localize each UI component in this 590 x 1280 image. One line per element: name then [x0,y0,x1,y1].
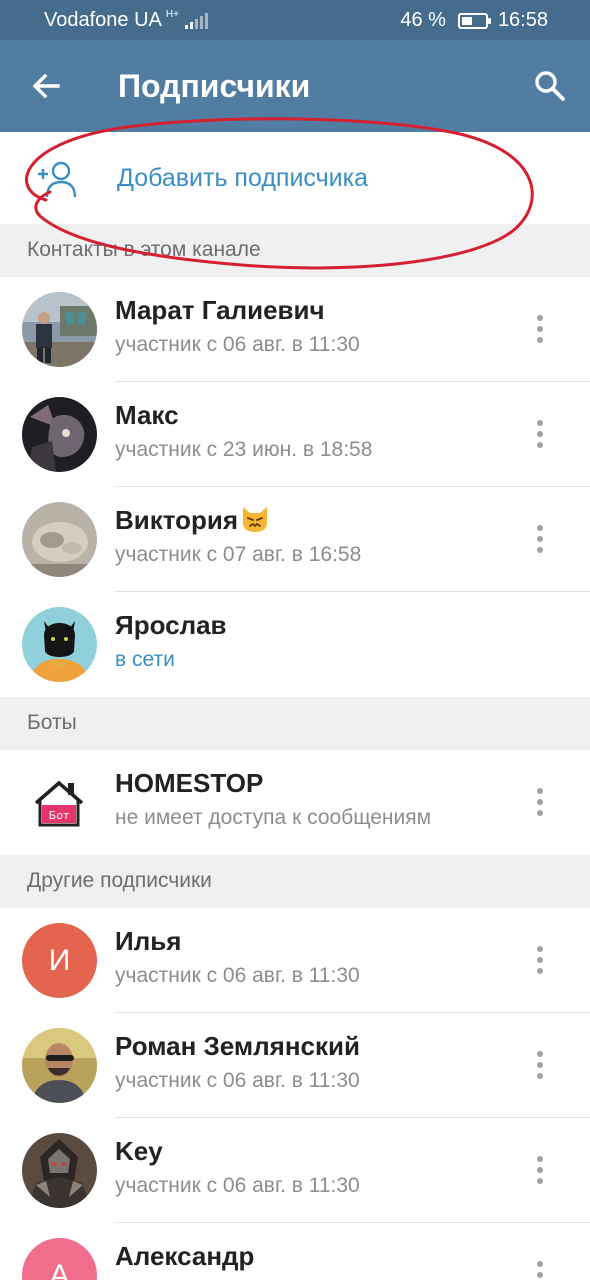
avatar [22,502,97,577]
clock: 16:58 [497,9,548,31]
more-vertical-icon[interactable] [522,777,558,827]
subscriber-status: участник с 06 авг. в 11:30 [115,1069,360,1092]
avatar [22,1133,97,1208]
status-left: Vodafone UA H+ [44,9,208,32]
subscriber-status: участник с 06 авг. в 11:30 [115,964,360,987]
contact-name: Ярослав [115,610,227,640]
list-item-subscriber[interactable]: А Александр [0,1223,590,1280]
more-vertical-icon[interactable] [522,1145,558,1195]
contact-name: Виктория [115,504,270,540]
list-item-subscriber[interactable]: И Илья участник с 06 авг. в 11:30 [0,908,590,1013]
more-vertical-icon[interactable] [522,1250,558,1280]
contact-name: Макс [115,400,179,430]
search-icon[interactable] [528,64,572,108]
bot-status: не имеет доступа к сообщениям [115,806,432,829]
status-bar: Vodafone UA H+ 46 % 16:58 [0,0,590,40]
more-vertical-icon[interactable] [522,935,558,985]
more-vertical-icon[interactable] [522,1040,558,1090]
list-item-subscriber[interactable]: Роман Землянский участник с 06 авг. в 11… [0,1013,590,1118]
list-item-bot[interactable]: Бот HOMESTOP не имеет доступа к сообщени… [0,750,590,855]
carrier-name: Vodafone UA [44,9,162,31]
contact-status: участник с 06 авг. в 11:30 [115,333,360,356]
section-header-others: Другие подписчики [0,855,590,908]
page-title: Подписчики [118,68,311,104]
battery-fill [461,16,472,25]
battery-icon [457,12,491,29]
list-item-contact[interactable]: Макс участник с 23 июн. в 18:58 [0,382,590,487]
network-type: H+ [165,9,179,20]
add-subscriber-button[interactable]: Добавить подписчика [0,132,590,224]
status-right: 46 % 16:58 [400,9,548,32]
section-header-bots: Боты [0,697,590,750]
list-item-contact[interactable]: Марат Галиевич участник с 06 авг. в 11:3… [0,277,590,382]
battery-percent: 46 % [400,9,446,31]
contact-name: Марат Галиевич [115,295,325,325]
more-vertical-icon[interactable] [522,304,558,354]
more-vertical-icon[interactable] [522,514,558,564]
subscriber-name: Александр [115,1241,255,1271]
list-item-contact[interactable]: Виктория участник с 07 авг. в 16:58 [0,487,590,592]
app-bar: Подписчики [0,40,590,132]
avatar [22,607,97,682]
contact-status: участник с 23 июн. в 18:58 [115,438,373,461]
list-item-subscriber[interactable]: Key участник с 06 авг. в 11:30 [0,1118,590,1223]
avatar [22,397,97,472]
contact-status: в сети [115,648,175,671]
avatar [22,1028,97,1103]
list-item-contact[interactable]: Ярослав в сети [0,592,590,697]
avatar [22,292,97,367]
bot-name: HOMESTOP [115,768,264,798]
subscriber-name: Илья [115,926,182,956]
contact-status: участник с 07 авг. в 16:58 [115,543,362,566]
section-header-contacts: Контакты в этом канале [0,224,590,277]
signal-icon [184,12,208,29]
add-user-icon [34,157,78,201]
avatar: А [22,1238,97,1280]
cat-emoji-icon [240,505,270,540]
bot-logo: Бот [22,765,97,840]
avatar: И [22,923,97,998]
subscriber-name: Key [115,1136,163,1166]
more-vertical-icon[interactable] [522,409,558,459]
svg-text:Бот: Бот [49,809,70,822]
subscriber-status: участник с 06 авг. в 11:30 [115,1174,360,1197]
arrow-back-icon[interactable] [26,66,66,106]
subscriber-name: Роман Землянский [115,1031,360,1061]
add-subscriber-label: Добавить подписчика [117,164,369,192]
